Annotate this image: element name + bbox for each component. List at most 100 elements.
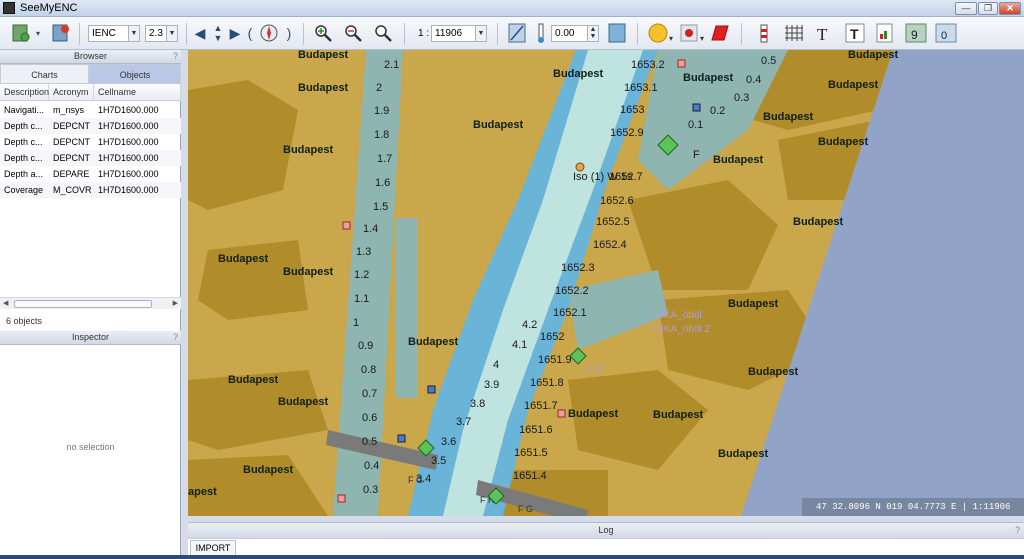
text-box-icon: T <box>845 23 865 43</box>
column-header-description[interactable]: Description <box>0 84 49 101</box>
grid-button[interactable] <box>782 21 806 45</box>
mark-area-button[interactable] <box>707 21 731 45</box>
help-icon[interactable]: ? <box>1015 523 1020 538</box>
measure-button[interactable] <box>505 21 529 45</box>
depth-label: 0.3 <box>734 92 749 104</box>
app-icon <box>3 2 15 14</box>
scroll-left-icon[interactable]: ◀ <box>3 299 8 307</box>
log-tab-bar: IMPORT <box>188 538 1024 556</box>
version-select[interactable]: 2.3 ▼ <box>145 25 178 42</box>
tab-objects[interactable]: Objects <box>89 64 181 84</box>
scale-select[interactable]: 11906 ▼ <box>431 25 487 42</box>
zoom-in-button[interactable] <box>312 21 334 45</box>
report-button[interactable] <box>873 21 897 45</box>
mark-point-button[interactable]: ▾ <box>677 21 707 45</box>
pan-right-button[interactable]: ▶ <box>228 21 242 45</box>
depth-label: 1.9 <box>374 105 389 117</box>
depth-label: 0.9 <box>358 340 373 352</box>
horizontal-scrollbar[interactable]: ◀ ▶ <box>0 297 181 309</box>
lights-button[interactable] <box>752 21 776 45</box>
place-label: Budapest <box>298 50 348 61</box>
zoom-out-button[interactable] <box>342 21 364 45</box>
cell-acronym: m_nsys <box>53 105 85 115</box>
kilometre-label: 1652.3 <box>561 262 595 274</box>
open-chart-icon <box>12 24 30 42</box>
rotate-right-icon[interactable]: ) <box>282 21 296 45</box>
table-row[interactable]: Depth a... DEPARE 1H7D1600.000 <box>0 166 181 182</box>
depth-label: 1 <box>353 317 359 329</box>
maximize-button[interactable]: ❐ <box>978 2 998 15</box>
kilometre-label: 1652.6 <box>600 195 634 207</box>
grid-icon <box>785 25 803 41</box>
remove-chart-button[interactable] <box>50 21 72 45</box>
depth-label: 2 <box>376 82 382 94</box>
depth-units-icon: 9 <box>905 23 927 43</box>
cell-acronym: M_COVR <box>53 185 92 195</box>
text-label-button[interactable]: T <box>843 21 867 45</box>
chart-area <box>188 50 893 516</box>
depth-label: 2.1 <box>384 59 399 71</box>
rotation-spinbox[interactable]: 0.00 ▲ ▼ <box>551 25 599 42</box>
scrollbar-thumb[interactable] <box>14 300 152 308</box>
depth-units-button[interactable]: 9 <box>903 21 929 45</box>
blue-marker-icon <box>692 103 701 112</box>
tab-import[interactable]: IMPORT <box>190 540 236 556</box>
window-title: SeeMyENC <box>20 2 78 14</box>
chart-type-select[interactable]: IENC ▼ <box>88 25 140 42</box>
safety-depth-icon: 0 <box>935 23 957 43</box>
cell-description: Depth c... <box>4 137 43 147</box>
open-chart-button[interactable] <box>10 21 32 45</box>
text-icon: T <box>817 25 828 44</box>
help-icon[interactable]: ? <box>173 50 178 63</box>
buoy-label: 1652 <box>586 364 604 373</box>
cell-acronym: DEPCNT <box>53 121 91 131</box>
cell-cellname: 1H7D1600.000 <box>98 185 159 195</box>
chart-info-button[interactable] <box>605 21 629 45</box>
island-shallow <box>396 218 418 398</box>
browser-header: Browser ? <box>0 50 181 64</box>
panel-splitter[interactable] <box>181 50 188 559</box>
depth-label: 0.3 <box>363 484 378 496</box>
chart-map-view[interactable]: Budapest Budapest Budapest Budapest Budapest… <box>188 50 1024 516</box>
column-header-cellname[interactable]: Cellname <box>94 84 181 101</box>
kilometre-label: 1651.9 <box>538 354 572 366</box>
kilometre-label: 1651.6 <box>519 424 553 436</box>
safety-depth-button[interactable]: 0 <box>933 21 959 45</box>
place-label: Budapest <box>818 136 868 148</box>
text-tool-button[interactable]: T <box>811 21 835 45</box>
close-button[interactable]: ✕ <box>999 2 1021 15</box>
table-row[interactable]: Navigati... m_nsys 1H7D1600.000 <box>0 102 181 118</box>
light-characteristic-label: Iso (1) W 1s <box>573 171 633 183</box>
zoom-fit-button[interactable] <box>372 21 394 45</box>
red-marker-icon <box>342 221 351 230</box>
help-icon[interactable]: ? <box>173 331 178 344</box>
open-chart-dropdown-icon[interactable]: ▾ <box>33 21 43 45</box>
rotate-left-icon[interactable]: ( <box>243 21 257 45</box>
place-label: Budapest <box>283 266 333 278</box>
place-label: Budapest <box>568 408 618 420</box>
report-icon <box>876 23 893 43</box>
kilometre-label: 1653 <box>620 104 644 116</box>
mark-circle-button[interactable]: ▾ <box>646 21 676 45</box>
bay-label: FOKA_öböl 2 <box>650 324 710 335</box>
spinner-icon: ▲ ▼ <box>587 26 598 41</box>
pan-up-down-button[interactable]: ▲ ▼ <box>211 21 225 45</box>
depth-label: 0.5 <box>362 436 377 448</box>
place-label: Budapest <box>793 216 843 228</box>
kilometre-label: 1651.4 <box>513 470 547 482</box>
table-row[interactable]: Depth c... DEPCNT 1H7D1600.000 <box>0 118 181 134</box>
cell-description: Depth c... <box>4 153 43 163</box>
table-row[interactable]: Depth c... DEPCNT 1H7D1600.000 <box>0 134 181 150</box>
place-label: Budapest <box>218 253 268 265</box>
minimize-button[interactable]: — <box>955 2 977 15</box>
coordinates-readout: 47 32.8096 N 019 04.7773 E | 1:11906 <box>802 498 1024 516</box>
pan-left-button[interactable]: ◀ <box>193 21 207 45</box>
table-row[interactable]: Coverage M_COVR 1H7D1600.000 <box>0 182 181 198</box>
table-row[interactable]: Depth c... DEPCNT 1H7D1600.000 <box>0 150 181 166</box>
compass-button[interactable] <box>258 21 280 45</box>
depth-label: 1.8 <box>374 129 389 141</box>
scroll-right-icon[interactable]: ▶ <box>173 299 178 307</box>
place-label: Budapest <box>298 82 348 94</box>
column-header-acronym[interactable]: Acronym <box>49 84 94 101</box>
tab-charts[interactable]: Charts <box>0 64 89 84</box>
